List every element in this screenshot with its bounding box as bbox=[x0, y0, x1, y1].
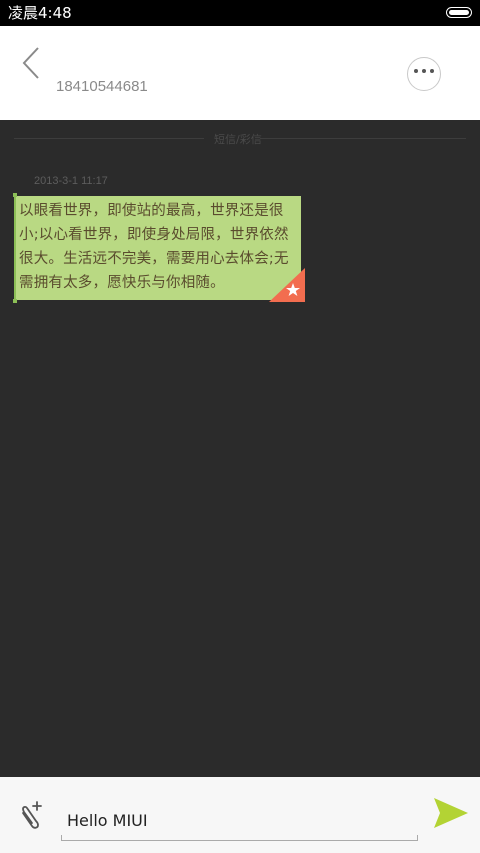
message-text: 以眼看世界，即使站的最高，世界还是很小;以心看世界，即使身处局限，世界依然很大。… bbox=[19, 203, 289, 291]
star-icon[interactable] bbox=[269, 268, 305, 302]
send-button[interactable] bbox=[432, 796, 470, 830]
selection-handle[interactable] bbox=[13, 299, 17, 303]
status-bar: 凌晨4:48 bbox=[0, 0, 480, 26]
paperclip-add-icon bbox=[22, 801, 42, 829]
message-input[interactable] bbox=[61, 803, 418, 837]
divider-label: 短信/彩信 bbox=[214, 133, 262, 146]
divider-line bbox=[14, 138, 204, 139]
message-timestamp: 2013-3-1 11:17 bbox=[34, 175, 108, 187]
more-options-button[interactable] bbox=[407, 57, 441, 91]
message-type-divider: 短信/彩信 bbox=[0, 129, 480, 147]
battery-icon bbox=[446, 7, 472, 18]
chevron-left-icon bbox=[22, 47, 39, 79]
divider-line bbox=[260, 138, 466, 139]
attach-button[interactable] bbox=[15, 799, 47, 833]
input-underline bbox=[61, 835, 418, 841]
contact-number: 18410544681 bbox=[56, 78, 148, 95]
conversation-header: 18410544681 bbox=[0, 26, 480, 120]
message-bubble[interactable]: 以眼看世界，即使站的最高，世界还是很小;以心看世界，即使身处局限，世界依然很大。… bbox=[13, 193, 305, 303]
back-button[interactable] bbox=[14, 44, 48, 84]
status-time: 凌晨4:48 bbox=[8, 4, 72, 22]
composer-bar bbox=[0, 777, 480, 853]
send-icon bbox=[434, 798, 468, 828]
selection-handle[interactable] bbox=[13, 193, 17, 197]
more-options-icon bbox=[408, 69, 440, 73]
